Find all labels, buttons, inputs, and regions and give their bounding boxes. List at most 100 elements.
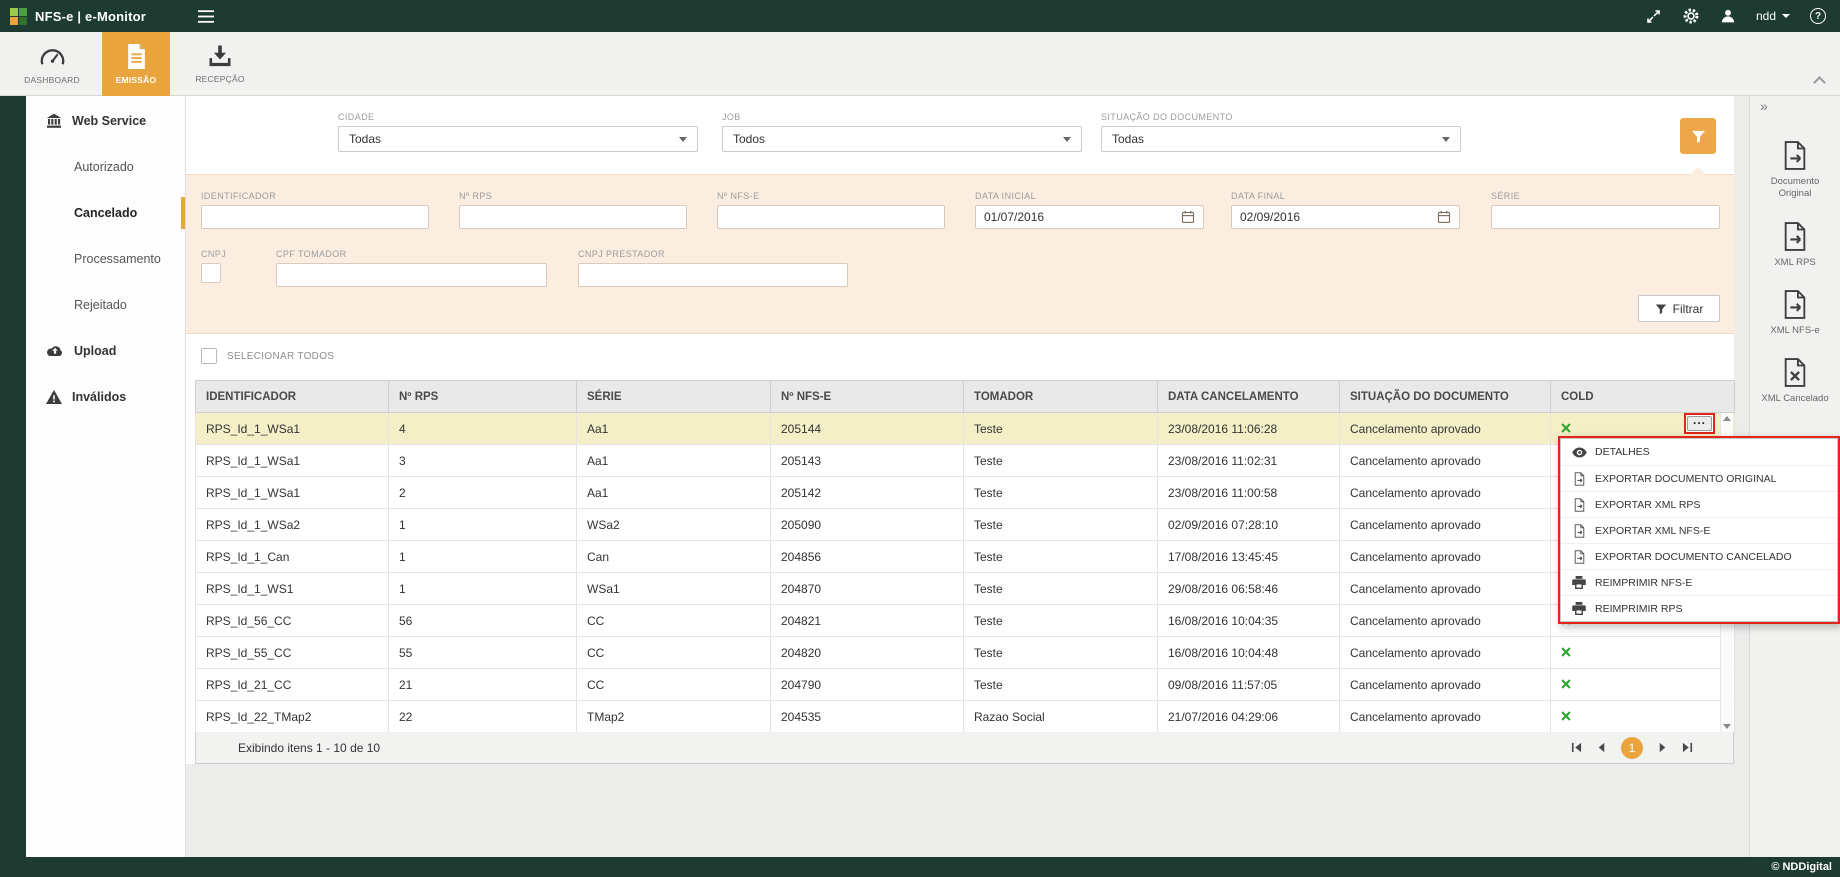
table-row[interactable]: RPS_Id_1_WSa1 2 Aa1 205142 Teste 23/08/2…	[196, 477, 1735, 509]
sidebar-item-rejeitado[interactable]: Rejeitado	[26, 282, 185, 328]
table-row[interactable]: RPS_Id_21_CC 21 CC 204790 Teste 09/08/20…	[196, 669, 1735, 701]
tab-emissao[interactable]: EMISSÃO	[102, 32, 170, 96]
scroll-down-icon[interactable]	[1723, 724, 1731, 729]
user-menu[interactable]: ndd	[1756, 9, 1790, 23]
table-row[interactable]: RPS_Id_1_WS1 1 WSa1 204870 Teste 29/08/2…	[196, 573, 1735, 605]
column-header-cold[interactable]: COLD	[1551, 381, 1735, 413]
sidebar-item-upload[interactable]: Upload	[26, 328, 185, 374]
cpf-tomador-input[interactable]	[276, 263, 547, 287]
row-actions-button[interactable]: ...	[1687, 416, 1712, 431]
sidebar-item-processamento[interactable]: Processamento	[26, 236, 185, 282]
n-nfse-label: Nº NFS-E	[717, 191, 760, 201]
table-row[interactable]: RPS_Id_56_CC 56 CC 204821 Teste 16/08/20…	[196, 605, 1735, 637]
scroll-up-icon[interactable]	[1723, 416, 1731, 421]
column-header-data-cancelamento[interactable]: DATA CANCELAMENTO	[1158, 381, 1340, 413]
tab-recepcao[interactable]: RECEPÇÃO	[186, 32, 254, 96]
settings-gear-icon[interactable]	[1682, 7, 1700, 25]
menu-item-detalhes[interactable]: DETALHES	[1561, 439, 1837, 465]
tab-dashboard[interactable]: DASHBOARD	[18, 32, 86, 96]
menu-item-exportar-xml-nfse[interactable]: EXPORTAR XML NFS-E	[1561, 517, 1837, 543]
rt-item-xml-rps[interactable]: XML RPS	[1756, 221, 1834, 269]
column-header-serie[interactable]: SÉRIE	[577, 381, 771, 413]
job-select[interactable]: Todos	[722, 126, 1082, 152]
cell-n-nfse: 205144	[771, 413, 964, 445]
export-icon	[1571, 550, 1587, 564]
cnpj-input[interactable]	[201, 263, 221, 283]
sidebar-item-invalidos[interactable]: Inválidos	[26, 374, 185, 420]
export-xml-icon	[1781, 289, 1809, 320]
help-icon[interactable]: ?	[1810, 8, 1826, 24]
collapse-toolbar-icon[interactable]	[1813, 76, 1826, 89]
cold-x-icon	[1561, 711, 1571, 721]
last-page-button[interactable]	[1682, 742, 1693, 753]
data-inicial-input[interactable]: 01/07/2016	[975, 205, 1204, 229]
funnel-icon	[1691, 129, 1706, 144]
table-row[interactable]: RPS_Id_22_TMap2 22 TMap2 204535 Razao So…	[196, 701, 1735, 733]
job-label: JOB	[722, 112, 1082, 122]
n-nfse-input[interactable]	[717, 205, 945, 229]
situacao-select[interactable]: Todas	[1101, 126, 1461, 152]
current-page[interactable]: 1	[1621, 737, 1643, 759]
column-header-tomador[interactable]: TOMADOR	[964, 381, 1158, 413]
user-icon[interactable]	[1720, 8, 1736, 24]
status-bar: © NDDigital	[0, 857, 1840, 877]
cell-n-nfse: 204870	[771, 573, 964, 605]
cell-data-cancelamento: 23/08/2016 11:02:31	[1158, 445, 1340, 477]
cell-situacao: Cancelamento aprovado	[1340, 669, 1551, 701]
prev-page-button[interactable]	[1596, 742, 1607, 753]
cell-identificador: RPS_Id_56_CC	[196, 605, 389, 637]
identificador-input[interactable]	[201, 205, 429, 229]
annotation-highlight-context-menu: DETALHES EXPORTAR DOCUMENTO ORIGINAL EXP…	[1558, 436, 1840, 624]
menu-item-exportar-xml-rps[interactable]: EXPORTAR XML RPS	[1561, 491, 1837, 517]
cell-tomador: Teste	[964, 509, 1158, 541]
table-row[interactable]: RPS_Id_1_Can 1 Can 204856 Teste 17/08/20…	[196, 541, 1735, 573]
menu-item-reimprimir-rps[interactable]: REIMPRIMIR RPS	[1561, 595, 1837, 621]
rt-item-documento-original[interactable]: Documento Original	[1756, 140, 1834, 201]
first-page-button[interactable]	[1571, 742, 1582, 753]
column-header-identificador[interactable]: IDENTIFICADOR	[196, 381, 389, 413]
menu-icon[interactable]	[198, 10, 214, 23]
next-page-button[interactable]	[1657, 742, 1668, 753]
rt-item-xml-nfse[interactable]: XML NFS-e	[1756, 289, 1834, 337]
n-rps-input[interactable]	[459, 205, 687, 229]
column-header-n-rps[interactable]: Nº RPS	[389, 381, 577, 413]
menu-item-exportar-documento-cancelado[interactable]: EXPORTAR DOCUMENTO CANCELADO	[1561, 543, 1837, 569]
select-all-checkbox[interactable]	[201, 348, 217, 364]
column-header-situacao[interactable]: SITUAÇÃO DO DOCUMENTO	[1340, 381, 1551, 413]
cell-tomador: Teste	[964, 605, 1158, 637]
cell-situacao: Cancelamento aprovado	[1340, 541, 1551, 573]
cidade-label: CIDADE	[338, 112, 698, 122]
cell-n-nfse: 205142	[771, 477, 964, 509]
serie-label: SÉRIE	[1491, 191, 1520, 201]
rt-item-xml-cancelado[interactable]: XML Cancelado	[1756, 357, 1834, 405]
sidebar-item-web-service[interactable]: Web Service	[26, 98, 185, 144]
data-final-input[interactable]: 02/09/2016	[1231, 205, 1460, 229]
menu-item-exportar-documento-original[interactable]: EXPORTAR DOCUMENTO ORIGINAL	[1561, 465, 1837, 491]
sidebar-item-autorizado[interactable]: Autorizado	[26, 144, 185, 190]
cidade-select[interactable]: Todas	[338, 126, 698, 152]
table-row[interactable]: RPS_Id_1_WSa1 4 Aa1 205144 Teste 23/08/2…	[196, 413, 1735, 445]
cnpj-prestador-input[interactable]	[578, 263, 848, 287]
collapse-panel-icon[interactable]: »	[1750, 96, 1768, 114]
table-row[interactable]: RPS_Id_1_WSa2 1 WSa2 205090 Teste 02/09/…	[196, 509, 1735, 541]
filter-toggle-button[interactable]	[1680, 118, 1716, 154]
cell-identificador: RPS_Id_21_CC	[196, 669, 389, 701]
cell-n-rps: 1	[389, 573, 577, 605]
cnpj-prestador-label: CNPJ PRESTADOR	[578, 249, 665, 259]
table-row[interactable]: RPS_Id_55_CC 55 CC 204820 Teste 16/08/20…	[196, 637, 1735, 669]
cell-situacao: Cancelamento aprovado	[1340, 509, 1551, 541]
filter-panel: IDENTIFICADOR Nº RPS Nº NFS-E DATA INICI…	[186, 174, 1734, 334]
table-row[interactable]: RPS_Id_1_WSa1 3 Aa1 205143 Teste 23/08/2…	[196, 445, 1735, 477]
sidebar-item-cancelado[interactable]: Cancelado	[26, 190, 185, 236]
cell-serie: Aa1	[577, 413, 771, 445]
cell-n-rps: 22	[389, 701, 577, 733]
filtrar-button[interactable]: Filtrar	[1638, 295, 1720, 322]
fullscreen-icon[interactable]	[1645, 8, 1662, 25]
serie-input[interactable]	[1491, 205, 1720, 229]
menu-item-reimprimir-nfse[interactable]: REIMPRIMIR NFS-E	[1561, 569, 1837, 595]
cell-identificador: RPS_Id_1_WSa1	[196, 413, 389, 445]
cold-x-icon	[1561, 679, 1571, 689]
cell-situacao: Cancelamento aprovado	[1340, 605, 1551, 637]
column-header-n-nfse[interactable]: Nº NFS-E	[771, 381, 964, 413]
calendar-icon	[1437, 210, 1451, 224]
